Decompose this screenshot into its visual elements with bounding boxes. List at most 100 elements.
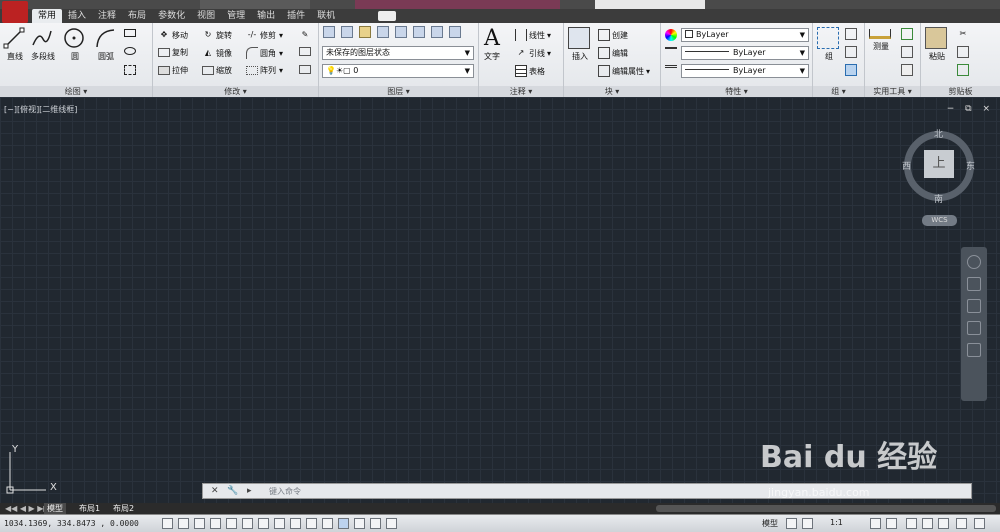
insert-block-button[interactable]: 插入	[568, 27, 592, 62]
compass-west[interactable]: 西	[902, 159, 911, 172]
modify-panel-title[interactable]: 修改 ▾	[153, 86, 318, 97]
linetype-dropdown[interactable]: ByLayer ▼	[681, 46, 809, 60]
tab-layout2[interactable]: 布局2	[110, 503, 137, 514]
ribbon-minimize-button[interactable]	[378, 11, 396, 21]
groups-panel-title[interactable]: 组 ▾	[813, 86, 864, 97]
layer-off-icon[interactable]	[413, 26, 425, 38]
layer-state-dropdown[interactable]: 未保存的图层状态 ▼	[322, 46, 474, 60]
tab-6[interactable]: 管理	[221, 9, 251, 23]
layer-unisolate-icon[interactable]	[377, 26, 389, 38]
draw-panel-title[interactable]: 绘图 ▾	[0, 86, 152, 97]
arc-button[interactable]: 圆弧	[94, 27, 118, 62]
viewport-label[interactable]: [−][俯视][二维线框]	[4, 104, 77, 115]
pan-icon[interactable]	[967, 277, 981, 291]
layer-isolate-icon[interactable]	[359, 26, 371, 38]
compass-north[interactable]: 北	[934, 127, 943, 140]
lineweight-icon-button[interactable]	[665, 65, 679, 71]
transparency-icon[interactable]	[338, 518, 349, 529]
layers-panel-title[interactable]: 图层 ▾	[319, 86, 478, 97]
hatch-button[interactable]	[124, 65, 138, 75]
tab-model[interactable]: 模型	[44, 503, 66, 514]
lineweight-toggle-icon[interactable]	[322, 518, 333, 529]
tab-8[interactable]: 插件	[281, 9, 311, 23]
line-button[interactable]: 直线	[3, 27, 27, 62]
zoom-extents-icon[interactable]	[967, 299, 981, 313]
erase-button[interactable]: ✎	[299, 29, 313, 41]
polyline-button[interactable]: 多段线	[31, 27, 55, 62]
isolate-objects-icon[interactable]	[956, 518, 967, 529]
viewcube-top-face[interactable]: 上	[924, 150, 954, 178]
tab-2[interactable]: 注释	[92, 9, 122, 23]
quick-select-button[interactable]	[901, 28, 915, 40]
text-button[interactable]: A 文字	[484, 27, 500, 62]
ungroup-button[interactable]	[845, 28, 859, 40]
paste-button[interactable]: 粘贴	[925, 27, 949, 62]
annotation-panel-title[interactable]: 注释 ▾	[479, 86, 563, 97]
cut-button[interactable]: ✂	[957, 28, 971, 40]
group-edit-button[interactable]	[845, 46, 859, 58]
rotate-button[interactable]: ↻ 旋转	[202, 29, 232, 41]
auto-scale-icon[interactable]	[886, 518, 897, 529]
trim-button[interactable]: -/- 修剪 ▾	[246, 29, 283, 41]
tab-1[interactable]: 插入	[62, 9, 92, 23]
ellipse-button[interactable]	[124, 47, 138, 55]
measure-button[interactable]: 测量	[869, 29, 893, 52]
stretch-button[interactable]: 拉伸	[158, 65, 188, 76]
quick-properties-icon[interactable]	[354, 518, 365, 529]
mirror-button[interactable]: ◭ 镜像	[202, 47, 232, 59]
polar-tracking-icon[interactable]	[226, 518, 237, 529]
layer-freeze-icon[interactable]	[395, 26, 407, 38]
tab-3[interactable]: 布局	[122, 9, 152, 23]
snap-mode-icon[interactable]	[178, 518, 189, 529]
edit-attributes-button[interactable]: 编辑属性 ▾	[598, 65, 650, 77]
scale-button[interactable]: 缩放	[202, 65, 232, 76]
steering-wheel-icon[interactable]	[967, 255, 981, 269]
tab-layout1[interactable]: 布局1	[76, 503, 103, 514]
explode-button[interactable]	[299, 47, 313, 56]
compass-south[interactable]: 南	[934, 192, 943, 205]
calculator-button[interactable]	[901, 64, 915, 76]
layer-properties-icon[interactable]	[323, 26, 335, 38]
layer-match-icon[interactable]	[449, 26, 461, 38]
edit-block-button[interactable]: 编辑	[598, 47, 628, 59]
circle-button[interactable]: 圆	[63, 27, 87, 62]
customize-command-icon[interactable]: 🔧	[227, 486, 238, 496]
3d-osnap-icon[interactable]	[258, 518, 269, 529]
tab-5[interactable]: 视图	[191, 9, 221, 23]
linetype-icon-button[interactable]	[665, 47, 679, 53]
color-dropdown[interactable]: ByLayer ▼	[681, 28, 809, 42]
move-button[interactable]: ✥ 移动	[158, 29, 188, 41]
application-menu-button[interactable]	[2, 1, 28, 23]
close-command-icon[interactable]: ✕	[211, 486, 219, 496]
otrack-icon[interactable]	[274, 518, 285, 529]
layer-lock-icon[interactable]	[431, 26, 443, 38]
lineweight-dropdown[interactable]: ByLayer ▼	[681, 64, 809, 78]
compass-east[interactable]: 东	[966, 159, 975, 172]
group-button[interactable]: 组	[817, 27, 841, 62]
offset-button[interactable]	[299, 65, 313, 74]
copy-button[interactable]: 复制	[158, 47, 188, 58]
rectangle-button[interactable]	[124, 29, 138, 37]
grid-display-icon[interactable]	[194, 518, 205, 529]
quick-view-layouts-icon[interactable]	[786, 518, 797, 529]
ducs-icon[interactable]	[290, 518, 301, 529]
fillet-button[interactable]: 圆角 ▾	[246, 47, 283, 59]
workspace-switch-icon[interactable]	[906, 518, 917, 529]
object-snap-icon[interactable]	[242, 518, 253, 529]
tab-0[interactable]: 常用	[32, 9, 63, 23]
copy-clip-button[interactable]	[957, 46, 971, 58]
annotation-visibility-icon[interactable]	[870, 518, 881, 529]
ortho-mode-icon[interactable]	[210, 518, 221, 529]
viewport-controls[interactable]: − ⧉ ×	[947, 104, 994, 114]
tab-7[interactable]: 输出	[251, 9, 281, 23]
layer-dropdown[interactable]: 💡☀▢ 0 ▼	[322, 64, 474, 78]
tab-9[interactable]: 联机	[311, 9, 341, 23]
hardware-acceleration-icon[interactable]	[938, 518, 949, 529]
quick-view-drawings-icon[interactable]	[802, 518, 813, 529]
annotation-monitor-icon[interactable]	[386, 518, 397, 529]
showmotion-icon[interactable]	[967, 343, 981, 357]
leader-button[interactable]: ↗ 引线 ▾	[515, 47, 551, 59]
selection-cycling-icon[interactable]	[370, 518, 381, 529]
clipboard-panel-title[interactable]: 剪贴板	[921, 86, 1000, 97]
utilities-panel-title[interactable]: 实用工具 ▾	[865, 86, 920, 97]
